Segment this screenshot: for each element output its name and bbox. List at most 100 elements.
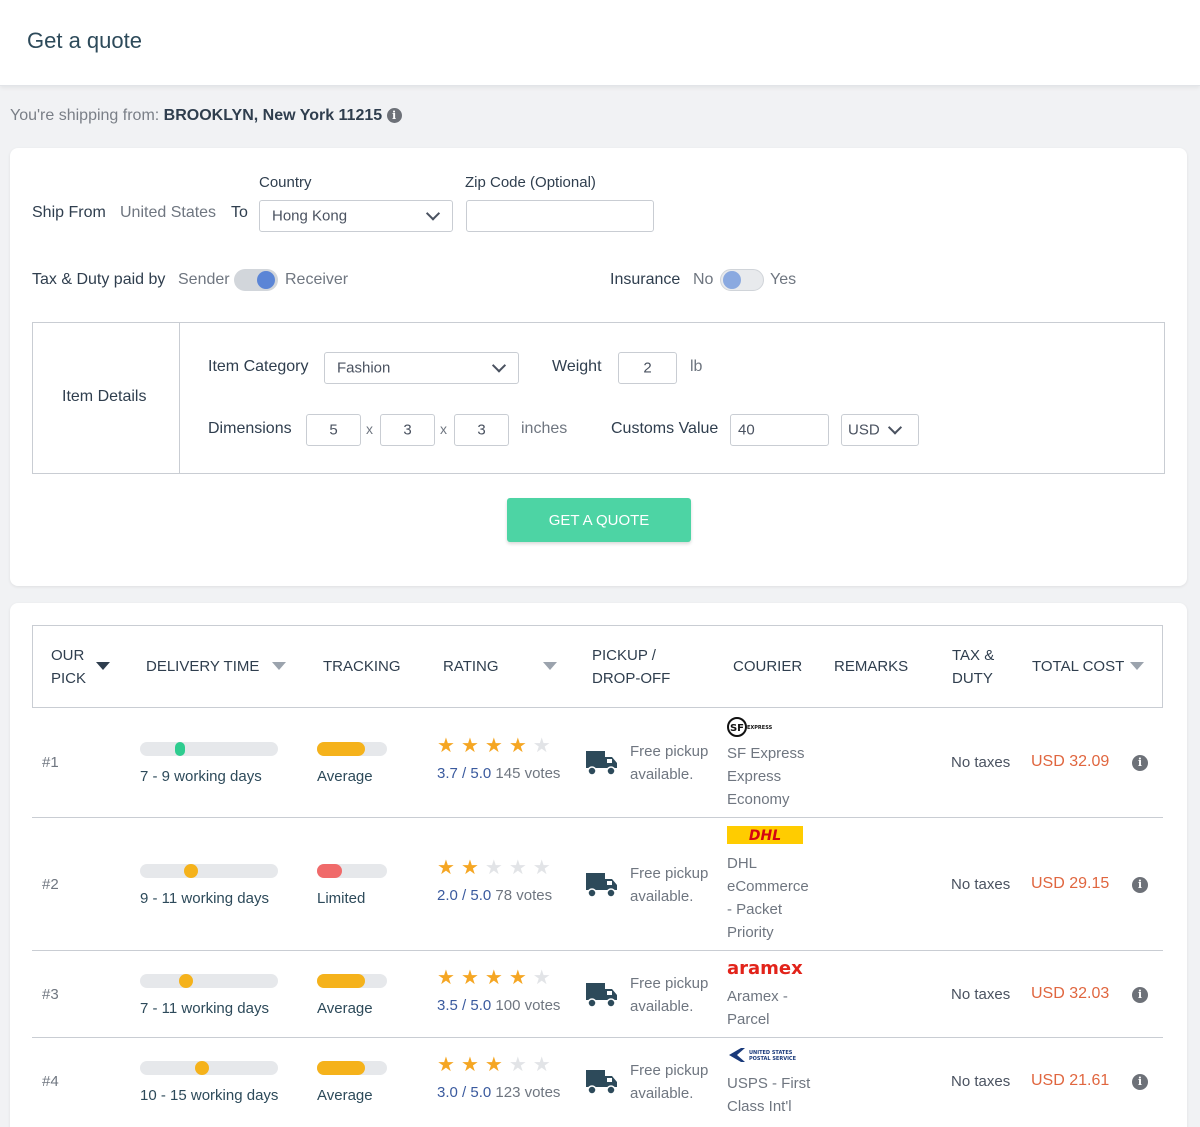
table-row[interactable]: #2 9 - 11 working days Limited ★★★★★ 2.0 / 5… <box>32 817 1163 950</box>
star-icon: ★ <box>532 964 557 989</box>
truck-icon <box>585 749 619 782</box>
star-icon: ★ <box>460 1051 485 1076</box>
info-icon[interactable]: i <box>1132 1073 1148 1090</box>
rating-votes: 123 votes <box>495 1083 561 1101</box>
tracking-text: Average <box>317 1086 373 1104</box>
dimensions-label: Dimensions <box>208 420 292 437</box>
svg-text:SF: SF <box>730 723 744 734</box>
header-total-cost[interactable]: TOTAL COST <box>1032 655 1124 678</box>
weight-input[interactable]: 2 <box>618 352 677 384</box>
dimension-length-input[interactable]: 5 <box>306 414 361 446</box>
get-quote-button[interactable]: GET A QUOTE <box>507 498 691 542</box>
table-row[interactable]: #3 7 - 11 working days Average ★★★★★ 3.5 / 5… <box>32 950 1163 1037</box>
truck-icon <box>585 871 619 904</box>
insurance-no-option[interactable]: No <box>693 271 713 289</box>
country-select[interactable]: Hong Kong <box>259 200 453 232</box>
rating-votes: 100 votes <box>495 996 561 1014</box>
header-our-pick[interactable]: OUR PICK <box>51 644 86 690</box>
delivery-time-marker <box>179 973 193 988</box>
weight-label: Weight <box>552 358 602 375</box>
customs-value-input[interactable]: 40 <box>730 414 829 446</box>
dimension-width-value: 3 <box>403 421 412 439</box>
tracking-level <box>317 1060 365 1075</box>
rating-stars: ★★★★★ <box>437 1052 557 1076</box>
delivery-time-marker <box>195 1060 209 1075</box>
star-icon: ★ <box>508 964 533 989</box>
info-icon[interactable]: i <box>1132 876 1148 893</box>
header-rating[interactable]: RATING <box>443 655 499 678</box>
dimension-separator: x <box>366 421 373 437</box>
dimension-height-value: 3 <box>477 421 486 439</box>
courier-logo: UNITED STATES POSTAL SERVICE <box>727 1046 803 1069</box>
rating-score: 3.0 / 5.0 <box>437 1083 492 1101</box>
table-row[interactable]: #4 10 - 15 working days Average ★★★★★ 3.0 / … <box>32 1037 1163 1124</box>
pickup-text: Free pickup available. <box>630 1059 708 1105</box>
item-details-section: Item Details Item Category Fashion Weigh… <box>32 322 1165 474</box>
svg-text:EXPRESS: EXPRESS <box>747 725 773 731</box>
table-row[interactable]: #1 7 - 9 working days Average ★★★★★ 3.7 / 5.… <box>32 707 1163 817</box>
dimension-height-input[interactable]: 3 <box>454 414 509 446</box>
total-cost: USD 32.03 <box>1031 984 1110 1002</box>
rating-stars: ★★★★★ <box>437 733 557 757</box>
header-courier: COURIER <box>733 658 803 675</box>
insurance-toggle[interactable] <box>720 269 764 291</box>
item-details-header: Item Details <box>33 323 180 473</box>
ship-from-value: United States <box>120 204 217 221</box>
courier-logo: aramex <box>727 958 805 984</box>
star-icon: ★ <box>460 964 485 989</box>
quote-form-card: Country Zip Code (Optional) Ship From Un… <box>10 148 1187 586</box>
insurance-yes-option[interactable]: Yes <box>770 271 796 289</box>
info-icon[interactable]: i <box>386 108 402 124</box>
sort-arrow-icon[interactable] <box>1130 662 1144 670</box>
rating-text: 3.0 / 5.0 123 votes <box>437 1084 560 1101</box>
pickup-text: Free pickup available. <box>630 972 708 1018</box>
pick-rank: #2 <box>42 875 59 893</box>
tax-duty-toggle[interactable] <box>234 269 278 291</box>
item-category-label: Item Category <box>208 358 309 375</box>
ship-from-label: Ship From <box>32 204 106 221</box>
total-cost: USD 29.15 <box>1031 874 1110 892</box>
courier-line: Class Int'l <box>727 1098 792 1115</box>
tracking-text: Average <box>317 999 373 1017</box>
tracking-text: Average <box>317 768 373 785</box>
svg-text:POSTAL SERVICE: POSTAL SERVICE <box>749 1056 797 1062</box>
courier-line: - Packet <box>727 901 783 918</box>
dimension-length-value: 5 <box>329 421 338 439</box>
sort-arrow-icon[interactable] <box>272 662 286 670</box>
star-icon: ★ <box>437 1051 461 1076</box>
tracking-bar <box>317 973 387 988</box>
shipping-origin: You're shipping from: BROOKLYN, New York… <box>10 107 402 125</box>
delivery-time-text: 9 - 11 working days <box>140 889 269 907</box>
delivery-time-text: 7 - 9 working days <box>140 768 262 785</box>
pick-rank: #1 <box>42 754 59 771</box>
star-icon: ★ <box>484 1051 509 1076</box>
sort-arrow-icon[interactable] <box>96 662 110 670</box>
rating-votes: 78 votes <box>495 886 553 904</box>
dimension-width-input[interactable]: 3 <box>380 414 435 446</box>
item-category-value: Fashion <box>337 359 391 377</box>
rating-text: 3.7 / 5.0 145 votes <box>437 765 560 782</box>
info-icon[interactable]: i <box>1132 986 1148 1003</box>
zip-code-input[interactable] <box>466 200 654 232</box>
tracking-bar <box>317 742 387 756</box>
header-our-pick-line-2: PICK <box>51 670 87 687</box>
header-tracking: TRACKING <box>323 658 401 675</box>
courier-line: Express <box>727 768 782 785</box>
tax-receiver-option[interactable]: Receiver <box>285 271 348 289</box>
currency-select[interactable]: USD <box>841 414 919 446</box>
item-category-select[interactable]: Fashion <box>324 352 519 384</box>
star-icon: ★ <box>437 733 461 757</box>
sort-arrow-icon[interactable] <box>543 662 557 670</box>
courier-line: Priority <box>727 924 774 941</box>
tax-duty-value: No taxes <box>951 754 1011 771</box>
tracking-text: Limited <box>317 889 366 907</box>
star-icon: ★ <box>437 854 461 879</box>
pickup-line-2: available. <box>630 887 694 905</box>
tax-duty-value: No taxes <box>951 1072 1011 1090</box>
pick-rank: #3 <box>42 985 59 1003</box>
tax-sender-option[interactable]: Sender <box>178 271 230 289</box>
star-icon: ★ <box>484 733 509 757</box>
info-icon[interactable]: i <box>1132 755 1148 771</box>
header-delivery-time[interactable]: DELIVERY TIME <box>146 655 259 678</box>
pickup-text: Free pickup available. <box>630 862 708 908</box>
